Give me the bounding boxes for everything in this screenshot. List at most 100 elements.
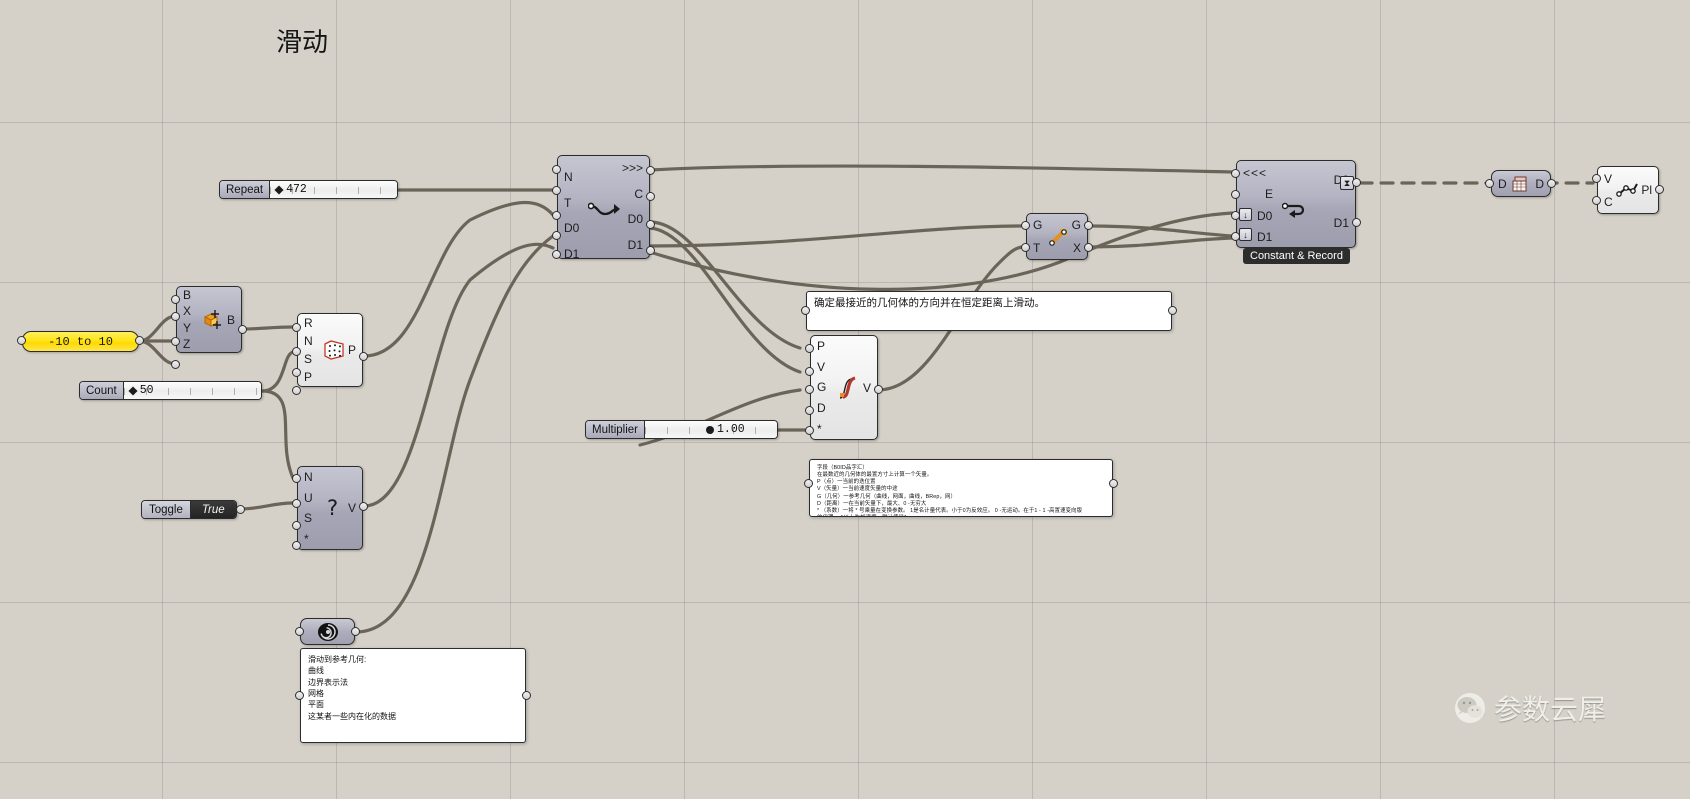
- arrow-down-icon[interactable]: ↓: [1239, 208, 1252, 221]
- output-nub-d0[interactable]: [1352, 178, 1361, 187]
- panel-reference-geometry[interactable]: 滑动到参考几何: 曲线 边界表示法 网格 平面 这某者一些内在化的数据: [300, 648, 526, 743]
- box-outputs: B: [227, 287, 241, 352]
- output-nub-d0[interactable]: [646, 220, 655, 229]
- component-polyline[interactable]: V C Pl: [1597, 166, 1659, 214]
- input-nub-c[interactable]: [1592, 196, 1601, 205]
- boolean-toggle[interactable]: Toggle True: [141, 500, 237, 519]
- arrow-down-icon[interactable]: ↓: [1239, 228, 1252, 241]
- panel-output-nub[interactable]: [522, 691, 531, 700]
- panel-input-nub[interactable]: [295, 691, 304, 700]
- port-label: D0: [564, 221, 580, 236]
- input-nub-p[interactable]: [805, 344, 814, 353]
- panel-reference-text: 滑动到参考几何: 曲线 边界表示法 网格 平面 这某者一些内在化的数据: [308, 655, 396, 721]
- output-nub-x[interactable]: [1084, 243, 1093, 252]
- input-nub-n[interactable]: [552, 186, 561, 195]
- input-nub-r[interactable]: [292, 323, 301, 332]
- input-nub-v[interactable]: [805, 367, 814, 376]
- component-internalised-geometry[interactable]: [300, 618, 355, 645]
- output-nub-b[interactable]: [238, 325, 247, 334]
- input-nub-star[interactable]: [805, 426, 814, 435]
- grasshopper-canvas[interactable]: 滑动 -10 to 10 Repeat 472 Count 50 Multipl…: [0, 0, 1690, 799]
- component-data-capsule[interactable]: D D: [1491, 170, 1551, 197]
- port-label: >>>: [621, 161, 643, 176]
- toggle-state[interactable]: True: [190, 501, 236, 518]
- component-constant-and-record[interactable]: <<< E D0 D1 D0 D1: [1236, 160, 1356, 248]
- output-nub-c[interactable]: [646, 192, 655, 201]
- input-nub-s[interactable]: [292, 368, 301, 377]
- transform-inputs: G T: [1027, 214, 1042, 259]
- slider-multiplier-knob[interactable]: [706, 425, 715, 434]
- output-nub-v[interactable]: [874, 385, 883, 394]
- panel-output-nub[interactable]: [1168, 306, 1177, 315]
- port-label: V: [862, 380, 871, 395]
- slider-multiplier[interactable]: Multiplier 1.00: [585, 420, 778, 439]
- port-label: *: [304, 531, 309, 546]
- input-nub-star[interactable]: [292, 541, 301, 550]
- input-nub-n[interactable]: [292, 474, 301, 483]
- input-nub-g[interactable]: [1021, 221, 1030, 230]
- input-nub-chevrons[interactable]: [1231, 169, 1240, 178]
- param-output-nub[interactable]: [17, 336, 26, 345]
- slider-multiplier-track[interactable]: 1.00: [645, 421, 777, 438]
- output-nub-d1[interactable]: [646, 246, 655, 255]
- input-nub-y[interactable]: [171, 337, 180, 346]
- component-populate-geometry[interactable]: R N S P P: [297, 313, 363, 387]
- input-nub-d0[interactable]: [1231, 211, 1240, 220]
- yellow-param-domain[interactable]: -10 to 10: [22, 331, 139, 352]
- input-nub-geometry[interactable]: [295, 627, 304, 636]
- port-label: V: [347, 501, 356, 515]
- slider-count-track[interactable]: 50: [123, 382, 261, 399]
- toggle-output-nub[interactable]: [236, 505, 245, 514]
- panel-output-nub[interactable]: [1109, 479, 1118, 488]
- port-label: S: [304, 352, 313, 366]
- input-nub-u[interactable]: [292, 499, 301, 508]
- output-nub-d[interactable]: [1547, 179, 1556, 188]
- output-nub-pl[interactable]: [1655, 185, 1664, 194]
- input-nub-g[interactable]: [805, 385, 814, 394]
- input-nub-s[interactable]: [292, 521, 301, 530]
- panel-direction[interactable]: 确定最接近的几何体的方向并在恒定距离上滑动。: [806, 291, 1172, 331]
- input-nub-x[interactable]: [171, 312, 180, 321]
- loop-return-icon: [1282, 198, 1310, 219]
- port-label: D1: [627, 237, 643, 252]
- output-nub-geometry[interactable]: [351, 627, 360, 636]
- input-nub-d[interactable]: [805, 406, 814, 415]
- slider-count[interactable]: Count 50: [79, 381, 262, 400]
- input-nub-b[interactable]: [171, 295, 180, 304]
- panel-dense-notes[interactable]: 字段（B0ID品字汇） 在最数近的几何体的最置方寸上计算一个矢量。 P（点）一当…: [809, 459, 1113, 517]
- component-random[interactable]: N U S * ? V: [297, 466, 363, 550]
- input-nub-d1[interactable]: [552, 250, 561, 259]
- port-label: D0: [627, 212, 643, 227]
- input-nub-d0[interactable]: [552, 231, 561, 240]
- output-nub-v[interactable]: [359, 502, 368, 511]
- input-nub-e[interactable]: [1231, 190, 1240, 199]
- output-nub-d1[interactable]: [1352, 218, 1361, 227]
- input-nub-d[interactable]: [1485, 179, 1494, 188]
- panel-input-nub[interactable]: [804, 479, 813, 488]
- input-nub-p[interactable]: [292, 386, 301, 395]
- param-input-nub[interactable]: [135, 336, 144, 345]
- transform-outputs: G X: [1072, 214, 1087, 259]
- input-nub-t[interactable]: [552, 211, 561, 220]
- output-nub-g[interactable]: [1084, 221, 1093, 230]
- panel-input-nub[interactable]: [801, 306, 810, 315]
- port-label: P: [304, 370, 313, 384]
- populate-outputs: P: [348, 314, 362, 386]
- slider-repeat[interactable]: Repeat 472: [219, 180, 398, 199]
- input-nub-z[interactable]: [171, 360, 180, 369]
- output-nub-p[interactable]: [359, 352, 368, 361]
- input-nub-v[interactable]: [1592, 174, 1601, 183]
- output-nub-chevrons[interactable]: [646, 166, 655, 175]
- loop-inputs: N T D0 D1: [558, 143, 579, 272]
- input-nub-0[interactable]: [552, 165, 561, 174]
- component-nickname-label: Constant & Record: [1243, 248, 1350, 264]
- component-box-2pt[interactable]: B X Y Z B: [176, 286, 242, 353]
- component-slide-vector[interactable]: P V G D * V: [810, 335, 878, 440]
- component-transform[interactable]: G T G X: [1026, 213, 1088, 260]
- input-nub-n[interactable]: [292, 347, 301, 356]
- input-nub-d1[interactable]: [1231, 232, 1240, 241]
- slider-repeat-track[interactable]: 472: [270, 181, 397, 198]
- component-loop-start[interactable]: N T D0 D1 >>> C D0 D1: [557, 155, 650, 260]
- input-nub-t[interactable]: [1021, 243, 1030, 252]
- port-label: <<<: [1243, 165, 1268, 180]
